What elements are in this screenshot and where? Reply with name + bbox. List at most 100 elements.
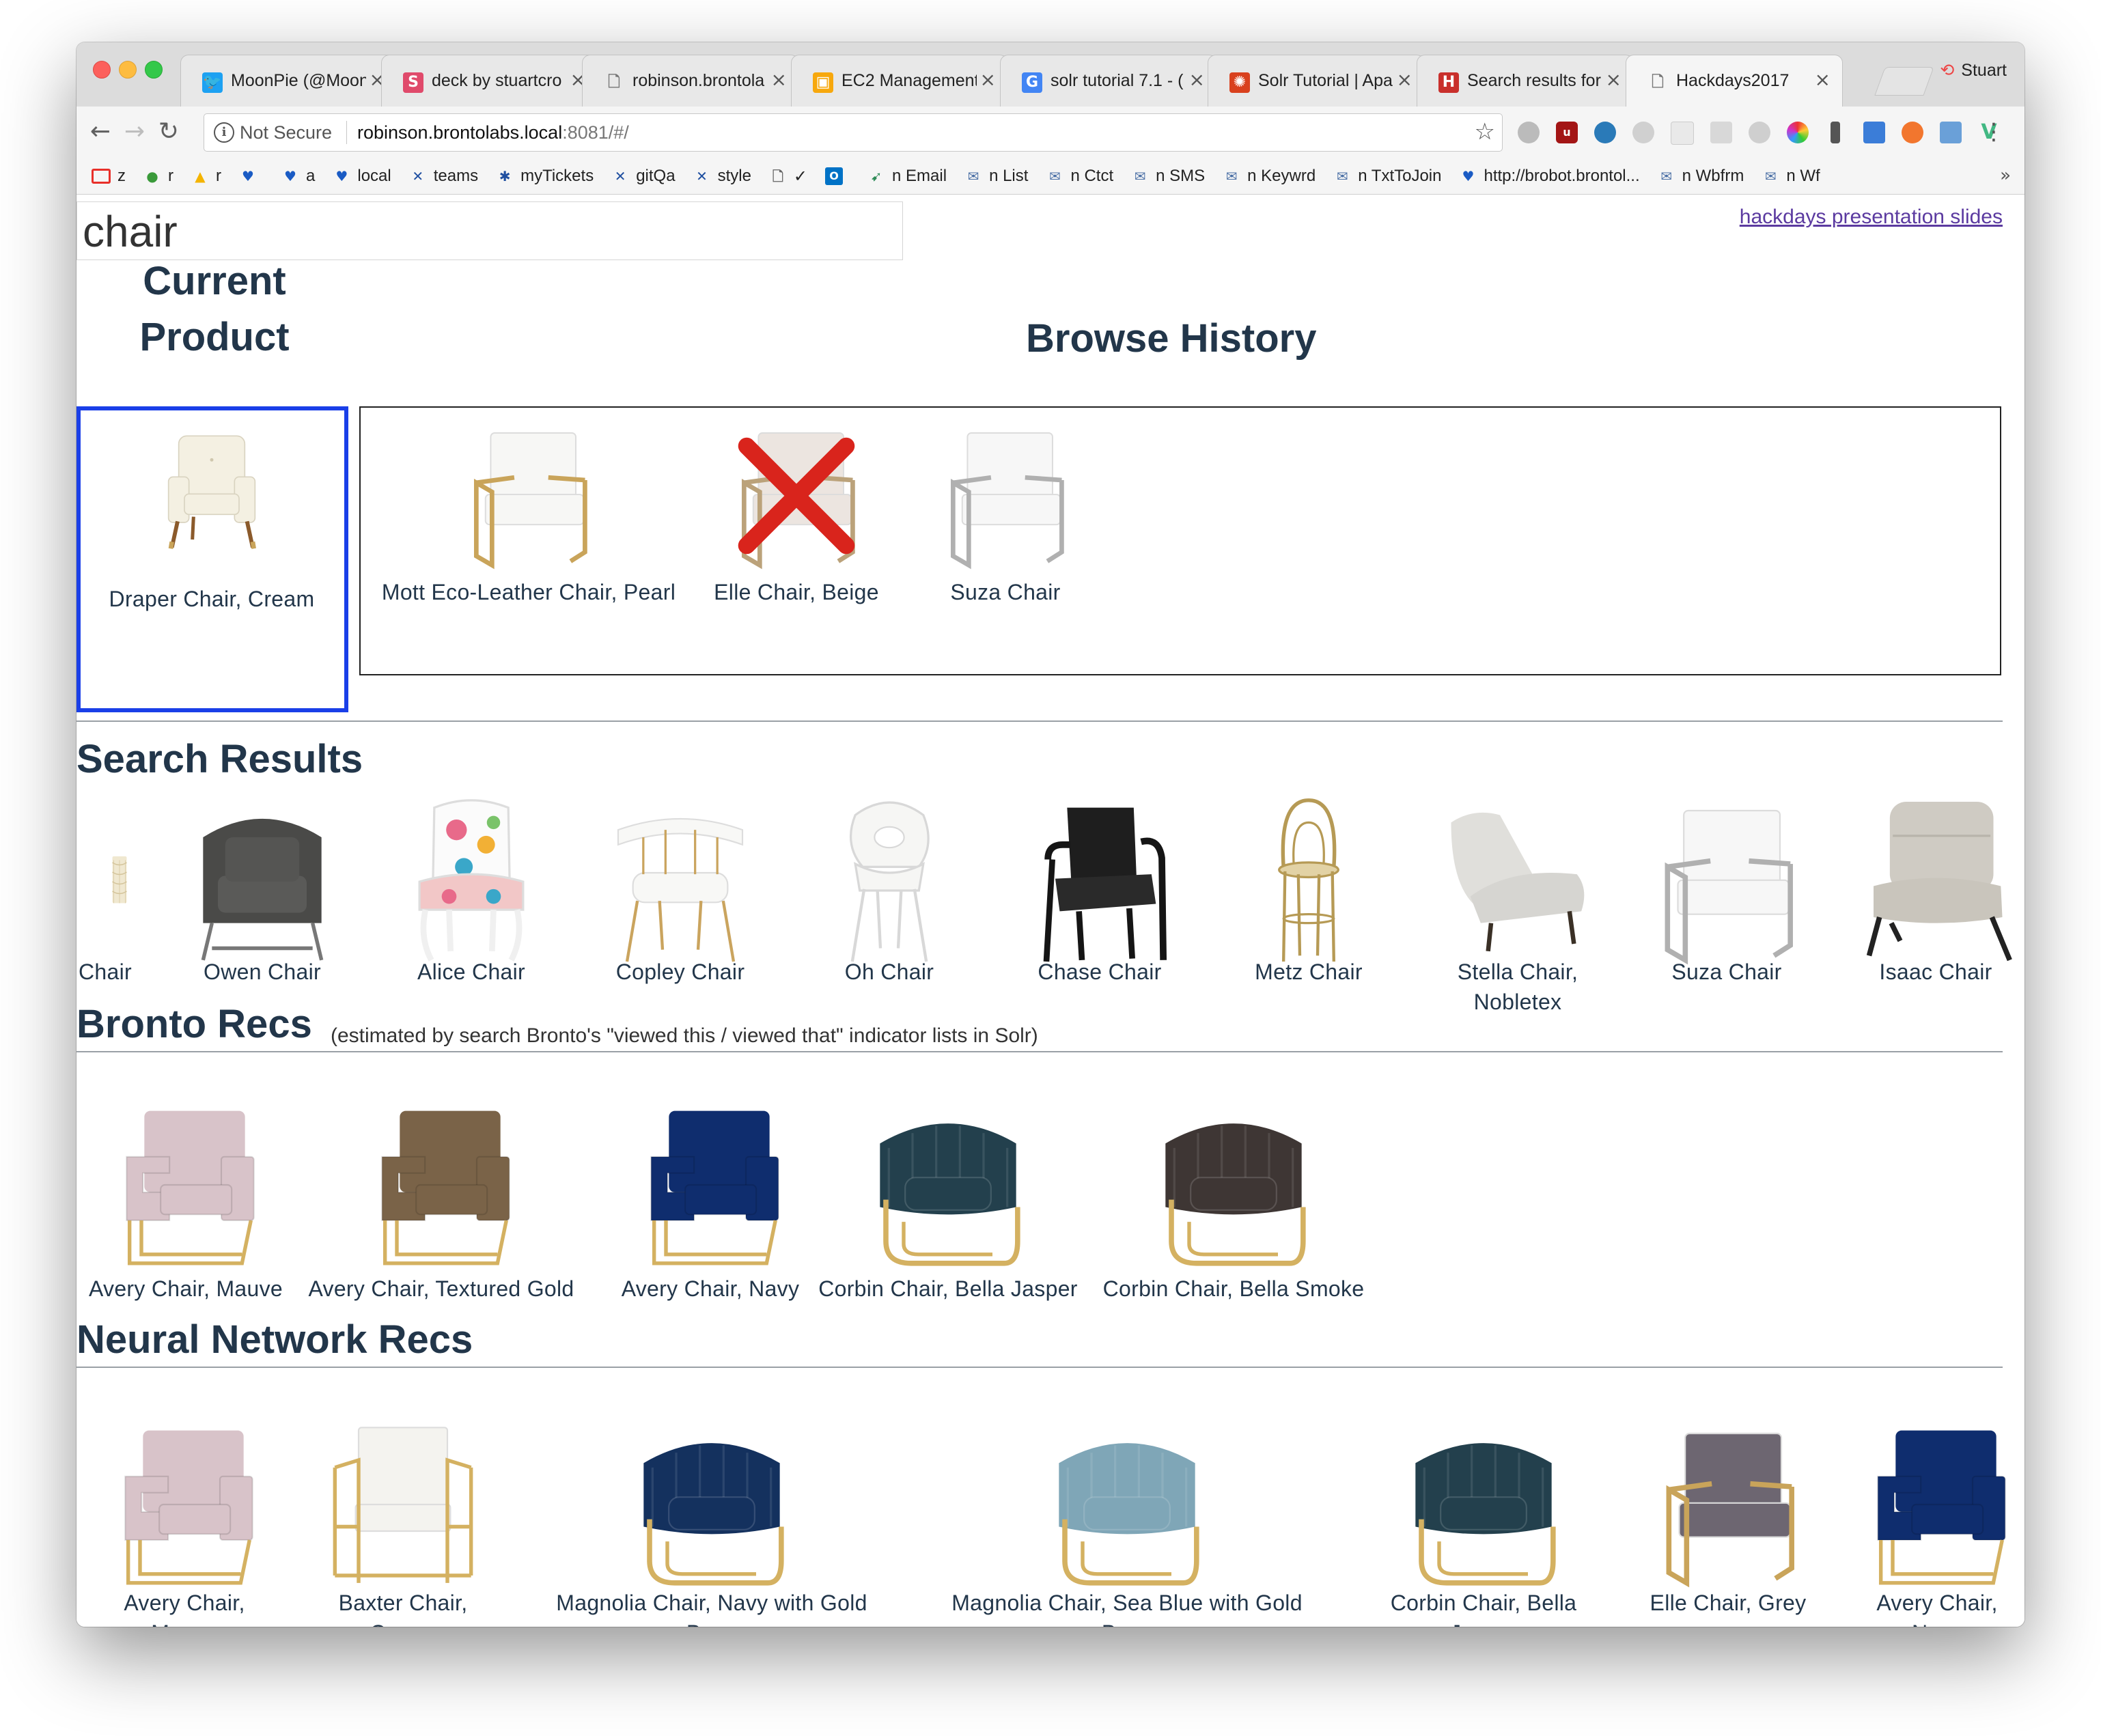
product-image[interactable] <box>1011 793 1188 974</box>
product-name[interactable]: Avery Chair, Mauve <box>76 1274 329 1304</box>
product-image[interactable] <box>76 793 134 974</box>
bookmarks-overflow-icon[interactable]: » <box>2000 165 2011 186</box>
tab-close-icon[interactable]: × <box>1606 70 1622 90</box>
extension-blank-icon[interactable] <box>1671 122 1694 145</box>
search-result-item[interactable]: Stella Chair, Nobletex <box>1419 793 1617 1025</box>
extension-wifi-icon[interactable] <box>1749 122 1770 143</box>
neural-rec-item[interactable]: Magnolia Chair, Sea Blue with Gold Base <box>936 1416 1318 1627</box>
bookmark-item[interactable]: ➹ n Email <box>867 164 947 188</box>
bookmark-item[interactable]: ✱ myTickets <box>496 164 594 188</box>
forward-arrow-icon[interactable]: → <box>119 116 150 148</box>
product-image[interactable] <box>143 420 280 560</box>
window-close-button[interactable] <box>93 61 111 79</box>
extension-arrow-icon[interactable] <box>1632 122 1654 143</box>
neural-rec-item[interactable]: Elle Chair, Grey <box>1646 1416 1810 1627</box>
search-result-item[interactable]: Suza Chair <box>1628 793 1826 1025</box>
bookmark-item[interactable]: ✉ n Ctct <box>1046 164 1113 188</box>
window-minimize-button[interactable] <box>119 61 137 79</box>
browse-history-item[interactable]: Mott Eco-Leather Chair, Pearl <box>372 417 686 645</box>
extension-orange-icon[interactable] <box>1902 122 1923 143</box>
bookmark-item[interactable]: ✕ style <box>693 164 751 188</box>
browser-tab[interactable]: ▣ EC2 Management × <box>791 55 1008 107</box>
browser-tab[interactable]: Gsolr tutorial 7.1 - (× <box>1000 55 1217 107</box>
presentation-slides-link[interactable]: hackdays presentation slides <box>1740 206 2003 229</box>
product-name[interactable]: Oh Chair <box>790 957 988 987</box>
product-image[interactable] <box>1639 1416 1817 1597</box>
product-name[interactable]: Suza Chair <box>1628 957 1826 987</box>
bookmark-item[interactable]: ✕ teams <box>409 164 478 188</box>
product-image[interactable] <box>1847 793 2025 974</box>
extension-blue-icon[interactable] <box>1863 122 1885 143</box>
product-name[interactable]: Avery Chair, Mauve <box>116 1588 253 1627</box>
product-image[interactable] <box>382 793 560 974</box>
menu-dots-icon[interactable]: ⋮ <box>1982 116 2005 148</box>
neural-rec-item[interactable]: Avery Chair, Navy <box>1855 1416 2019 1627</box>
product-image[interactable] <box>1141 1096 1326 1277</box>
product-image[interactable] <box>1848 1416 2025 1597</box>
product-image[interactable] <box>1395 1416 1572 1597</box>
current-product-card[interactable]: Draper Chair, Cream <box>82 420 342 652</box>
neural-rec-item[interactable]: Avery Chair, Mauve <box>116 1416 253 1627</box>
search-result-item[interactable]: Metz Chair <box>1210 793 1408 1025</box>
product-name[interactable]: Isaac Chair <box>1837 957 2025 987</box>
product-image[interactable] <box>173 793 351 974</box>
product-name[interactable]: Mott Eco-Leather Chair, Pearl <box>372 577 686 607</box>
product-image[interactable] <box>349 1096 533 1277</box>
product-name[interactable]: Suza Chair <box>848 577 1163 607</box>
browser-tab[interactable]: H Search results for × <box>1417 55 1634 107</box>
bronto-rec-item[interactable]: Avery Chair, Textured Gold <box>298 1096 585 1342</box>
bookmark-item[interactable]: ✉ n Keywrd <box>1223 164 1316 188</box>
bookmark-item[interactable]: 🗋 ✓ <box>769 164 807 188</box>
color-wheel-icon[interactable] <box>1787 122 1809 143</box>
extension-cloud-icon[interactable] <box>1518 122 1540 143</box>
tab-close-icon[interactable]: × <box>771 70 787 90</box>
product-name[interactable]: Corbin Chair, Bella Jasper <box>1374 1588 1593 1627</box>
product-image[interactable] <box>450 417 607 578</box>
product-image[interactable] <box>1038 1416 1216 1597</box>
neural-rec-item[interactable]: Corbin Chair, Bella Jasper <box>1374 1416 1593 1627</box>
product-name[interactable]: Corbin Chair, Bella Smoke <box>1090 1274 1377 1304</box>
globe-icon[interactable] <box>1594 122 1616 143</box>
new-tab-button[interactable] <box>1874 67 1934 96</box>
product-name[interactable]: Magnolia Chair, Navy with Gold Base <box>534 1588 889 1627</box>
window-maximize-button[interactable] <box>145 61 163 79</box>
search-result-item[interactable]: Owen Chair <box>163 793 361 1025</box>
url-text[interactable]: robinson.brontolabs.local:8081/#/ <box>357 122 629 143</box>
product-name[interactable]: Elle Chair, Grey <box>1646 1588 1810 1618</box>
bronto-rec-item[interactable]: Corbin Chair, Bella Jasper <box>805 1096 1091 1342</box>
bookmark-item[interactable]: ● r <box>143 164 173 188</box>
neural-rec-item[interactable]: Magnolia Chair, Navy with Gold Base <box>534 1416 889 1627</box>
bookmark-item[interactable]: ♥ local <box>333 164 391 188</box>
search-result-item[interactable]: Oh Chair <box>790 793 988 1025</box>
bookmark-item[interactable]: ✉ n Wbfrm <box>1658 164 1744 188</box>
product-image[interactable] <box>94 1096 278 1277</box>
product-name[interactable]: Chair <box>76 957 134 987</box>
bookmark-item[interactable]: O <box>825 164 850 188</box>
bookmark-item[interactable]: ✉ n SMS <box>1131 164 1205 188</box>
bookmark-item[interactable]: ♥ a <box>281 164 315 188</box>
product-image[interactable] <box>618 1096 803 1277</box>
product-name[interactable]: Copley Chair <box>581 957 779 987</box>
product-image[interactable] <box>1220 793 1397 974</box>
search-result-item[interactable]: Chase Chair <box>1001 793 1199 1025</box>
product-image[interactable] <box>1429 793 1606 974</box>
bookmark-item[interactable]: ✉ n List <box>964 164 1029 188</box>
product-image[interactable] <box>1638 793 1815 974</box>
eyedropper-icon[interactable] <box>1831 122 1840 143</box>
search-input[interactable]: chair <box>76 201 903 260</box>
product-name[interactable]: Magnolia Chair, Sea Blue with Gold Base <box>936 1588 1318 1627</box>
product-image[interactable] <box>592 793 769 974</box>
bookmark-item[interactable]: z <box>92 164 126 188</box>
browse-history-item[interactable]: Suza Chair <box>848 417 1163 645</box>
product-image[interactable] <box>314 1416 492 1597</box>
product-image[interactable] <box>927 417 1084 578</box>
search-result-item[interactable]: Chair <box>76 793 134 1025</box>
bookmark-item[interactable]: ♥ http://brobot.brontol... <box>1460 164 1640 188</box>
product-name[interactable]: Corbin Chair, Bella Jasper <box>805 1274 1091 1304</box>
bookmark-star-icon[interactable]: ☆ <box>1475 118 1495 145</box>
tab-close-icon[interactable]: × <box>1397 70 1413 90</box>
bronto-rec-item[interactable]: Corbin Chair, Bella Smoke <box>1090 1096 1377 1342</box>
extension-grid-icon[interactable] <box>1710 122 1732 143</box>
bookmark-item[interactable]: ▲ r <box>191 164 221 188</box>
product-name[interactable]: Metz Chair <box>1210 957 1408 987</box>
